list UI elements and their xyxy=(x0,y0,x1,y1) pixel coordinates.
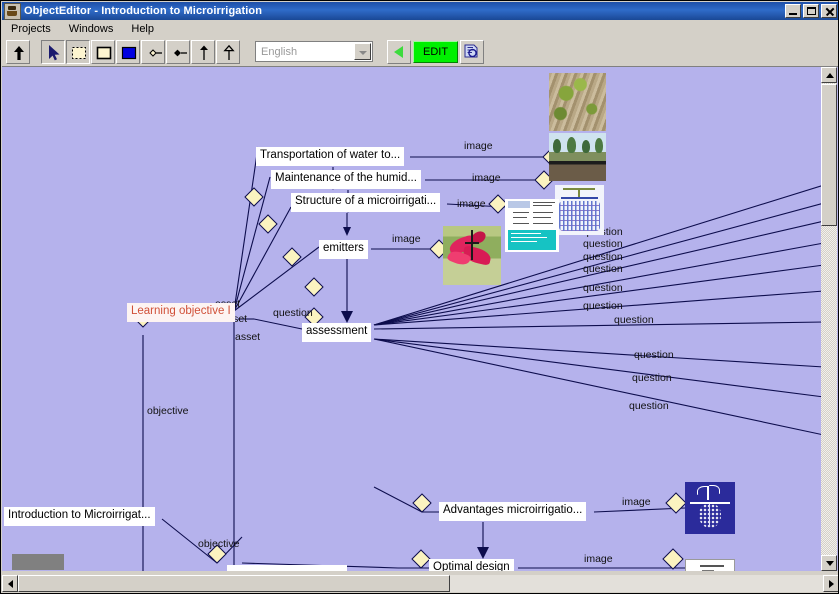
thumb-orchard-drip[interactable] xyxy=(549,133,606,181)
edge-label-question: question xyxy=(583,263,623,275)
edge-label-question: question xyxy=(614,314,654,326)
close-button[interactable] xyxy=(821,4,837,18)
edge-label-asset: asset xyxy=(235,331,261,343)
edge-label-objective: objective xyxy=(198,538,240,550)
graph-canvas[interactable]: Transportation of water to... Maintenanc… xyxy=(2,67,824,571)
title-bar: ObjectEditor - Introduction to Microirri… xyxy=(2,2,838,20)
minimize-button[interactable] xyxy=(785,4,801,18)
chevron-down-icon[interactable] xyxy=(354,43,371,60)
window-title: ObjectEditor - Introduction to Microirri… xyxy=(24,5,263,17)
hollow-arrow-link-tool[interactable] xyxy=(216,39,240,64)
edge-label-image: image xyxy=(622,496,651,508)
up-level-button[interactable] xyxy=(6,39,30,64)
node-rectangle-tool[interactable] xyxy=(91,39,115,64)
edge-label-question: question xyxy=(583,282,623,294)
filled-node-tool[interactable] xyxy=(116,39,140,64)
edge-label-image: image xyxy=(584,553,613,565)
scroll-left-button[interactable] xyxy=(2,575,18,592)
edge-label-image: image xyxy=(472,172,501,184)
scroll-up-button[interactable] xyxy=(821,67,837,83)
node-transportation-of-water[interactable]: Transportation of water to... xyxy=(256,147,405,166)
thumb-plant-roots[interactable] xyxy=(685,482,735,534)
edge-label-objective: objective xyxy=(147,405,189,417)
thumb-diagram-table[interactable] xyxy=(505,199,559,252)
graph-canvas-viewport[interactable]: Transportation of water to... Maintenanc… xyxy=(2,67,838,571)
thumb-schematic[interactable] xyxy=(555,185,604,235)
horizontal-scrollbar[interactable] xyxy=(2,575,838,592)
edge-label-image: image xyxy=(392,233,421,245)
node-structure-of-microirrigation[interactable]: Structure of a microirrigati... xyxy=(291,193,441,212)
node-introduction-to-microirrigation[interactable]: Introduction to Microirrigat... xyxy=(4,507,155,526)
edge-label-question: question xyxy=(583,300,623,312)
arrow-link-tool[interactable] xyxy=(191,39,215,64)
edge-label-question: question xyxy=(583,238,623,250)
app-coffee-icon xyxy=(4,2,21,20)
scroll-right-button[interactable] xyxy=(823,575,838,592)
edge-label-question: question xyxy=(629,400,669,412)
menu-bar: Projects Windows Help xyxy=(2,20,838,37)
edge-label-question: question xyxy=(632,372,672,384)
edge-label-question: question xyxy=(634,349,674,361)
thumb-document[interactable] xyxy=(685,559,735,571)
window-controls xyxy=(785,4,837,18)
edge-label-image: image xyxy=(457,198,486,210)
object-editor-window: ObjectEditor - Introduction to Microirri… xyxy=(0,0,839,594)
language-select[interactable]: English xyxy=(255,41,373,62)
maximize-button[interactable] xyxy=(803,4,819,18)
diamond-link-tool[interactable] xyxy=(141,39,165,64)
menu-item-projects[interactable]: Projects xyxy=(2,22,60,36)
select-arrow-tool[interactable] xyxy=(41,39,65,64)
filled-diamond-link-tool[interactable] xyxy=(166,39,190,64)
node-maintenance-of-humidity[interactable]: Maintenance of the humid... xyxy=(271,170,421,189)
node-optimal-design[interactable]: Optimal design xyxy=(429,559,514,571)
node-learning-objective-i[interactable]: Learning objective I xyxy=(127,303,235,322)
horizontal-scroll-thumb[interactable] xyxy=(18,575,450,592)
vertical-scroll-thumb[interactable] xyxy=(821,84,837,226)
thumb-red-flower[interactable] xyxy=(443,226,501,285)
selected-region-marker[interactable] xyxy=(12,554,64,570)
menu-item-help[interactable]: Help xyxy=(122,22,163,36)
edge-label-question: question xyxy=(583,251,623,263)
node-advantages-microirrigation[interactable]: Advantages microirrigatio... xyxy=(439,502,587,521)
back-button[interactable] xyxy=(387,39,411,64)
marquee-select-tool[interactable] xyxy=(66,39,90,64)
vertical-scrollbar[interactable] xyxy=(821,67,837,571)
menu-item-windows[interactable]: Windows xyxy=(60,22,123,36)
preview-button[interactable] xyxy=(460,39,485,64)
toolbar: English EDIT xyxy=(2,37,838,67)
node-emitters[interactable]: emitters xyxy=(319,240,368,259)
toolbar-separator-1 xyxy=(31,40,41,64)
node-partial-bottom[interactable] xyxy=(227,565,347,571)
edit-button[interactable]: EDIT xyxy=(413,40,459,63)
language-select-value: English xyxy=(261,45,298,58)
edge-label-question: question xyxy=(273,307,313,319)
thumb-drip-soil[interactable] xyxy=(549,73,606,131)
scroll-down-button[interactable] xyxy=(821,555,837,571)
edge-label-image: image xyxy=(464,140,493,152)
node-assessment[interactable]: assessment xyxy=(302,323,372,342)
